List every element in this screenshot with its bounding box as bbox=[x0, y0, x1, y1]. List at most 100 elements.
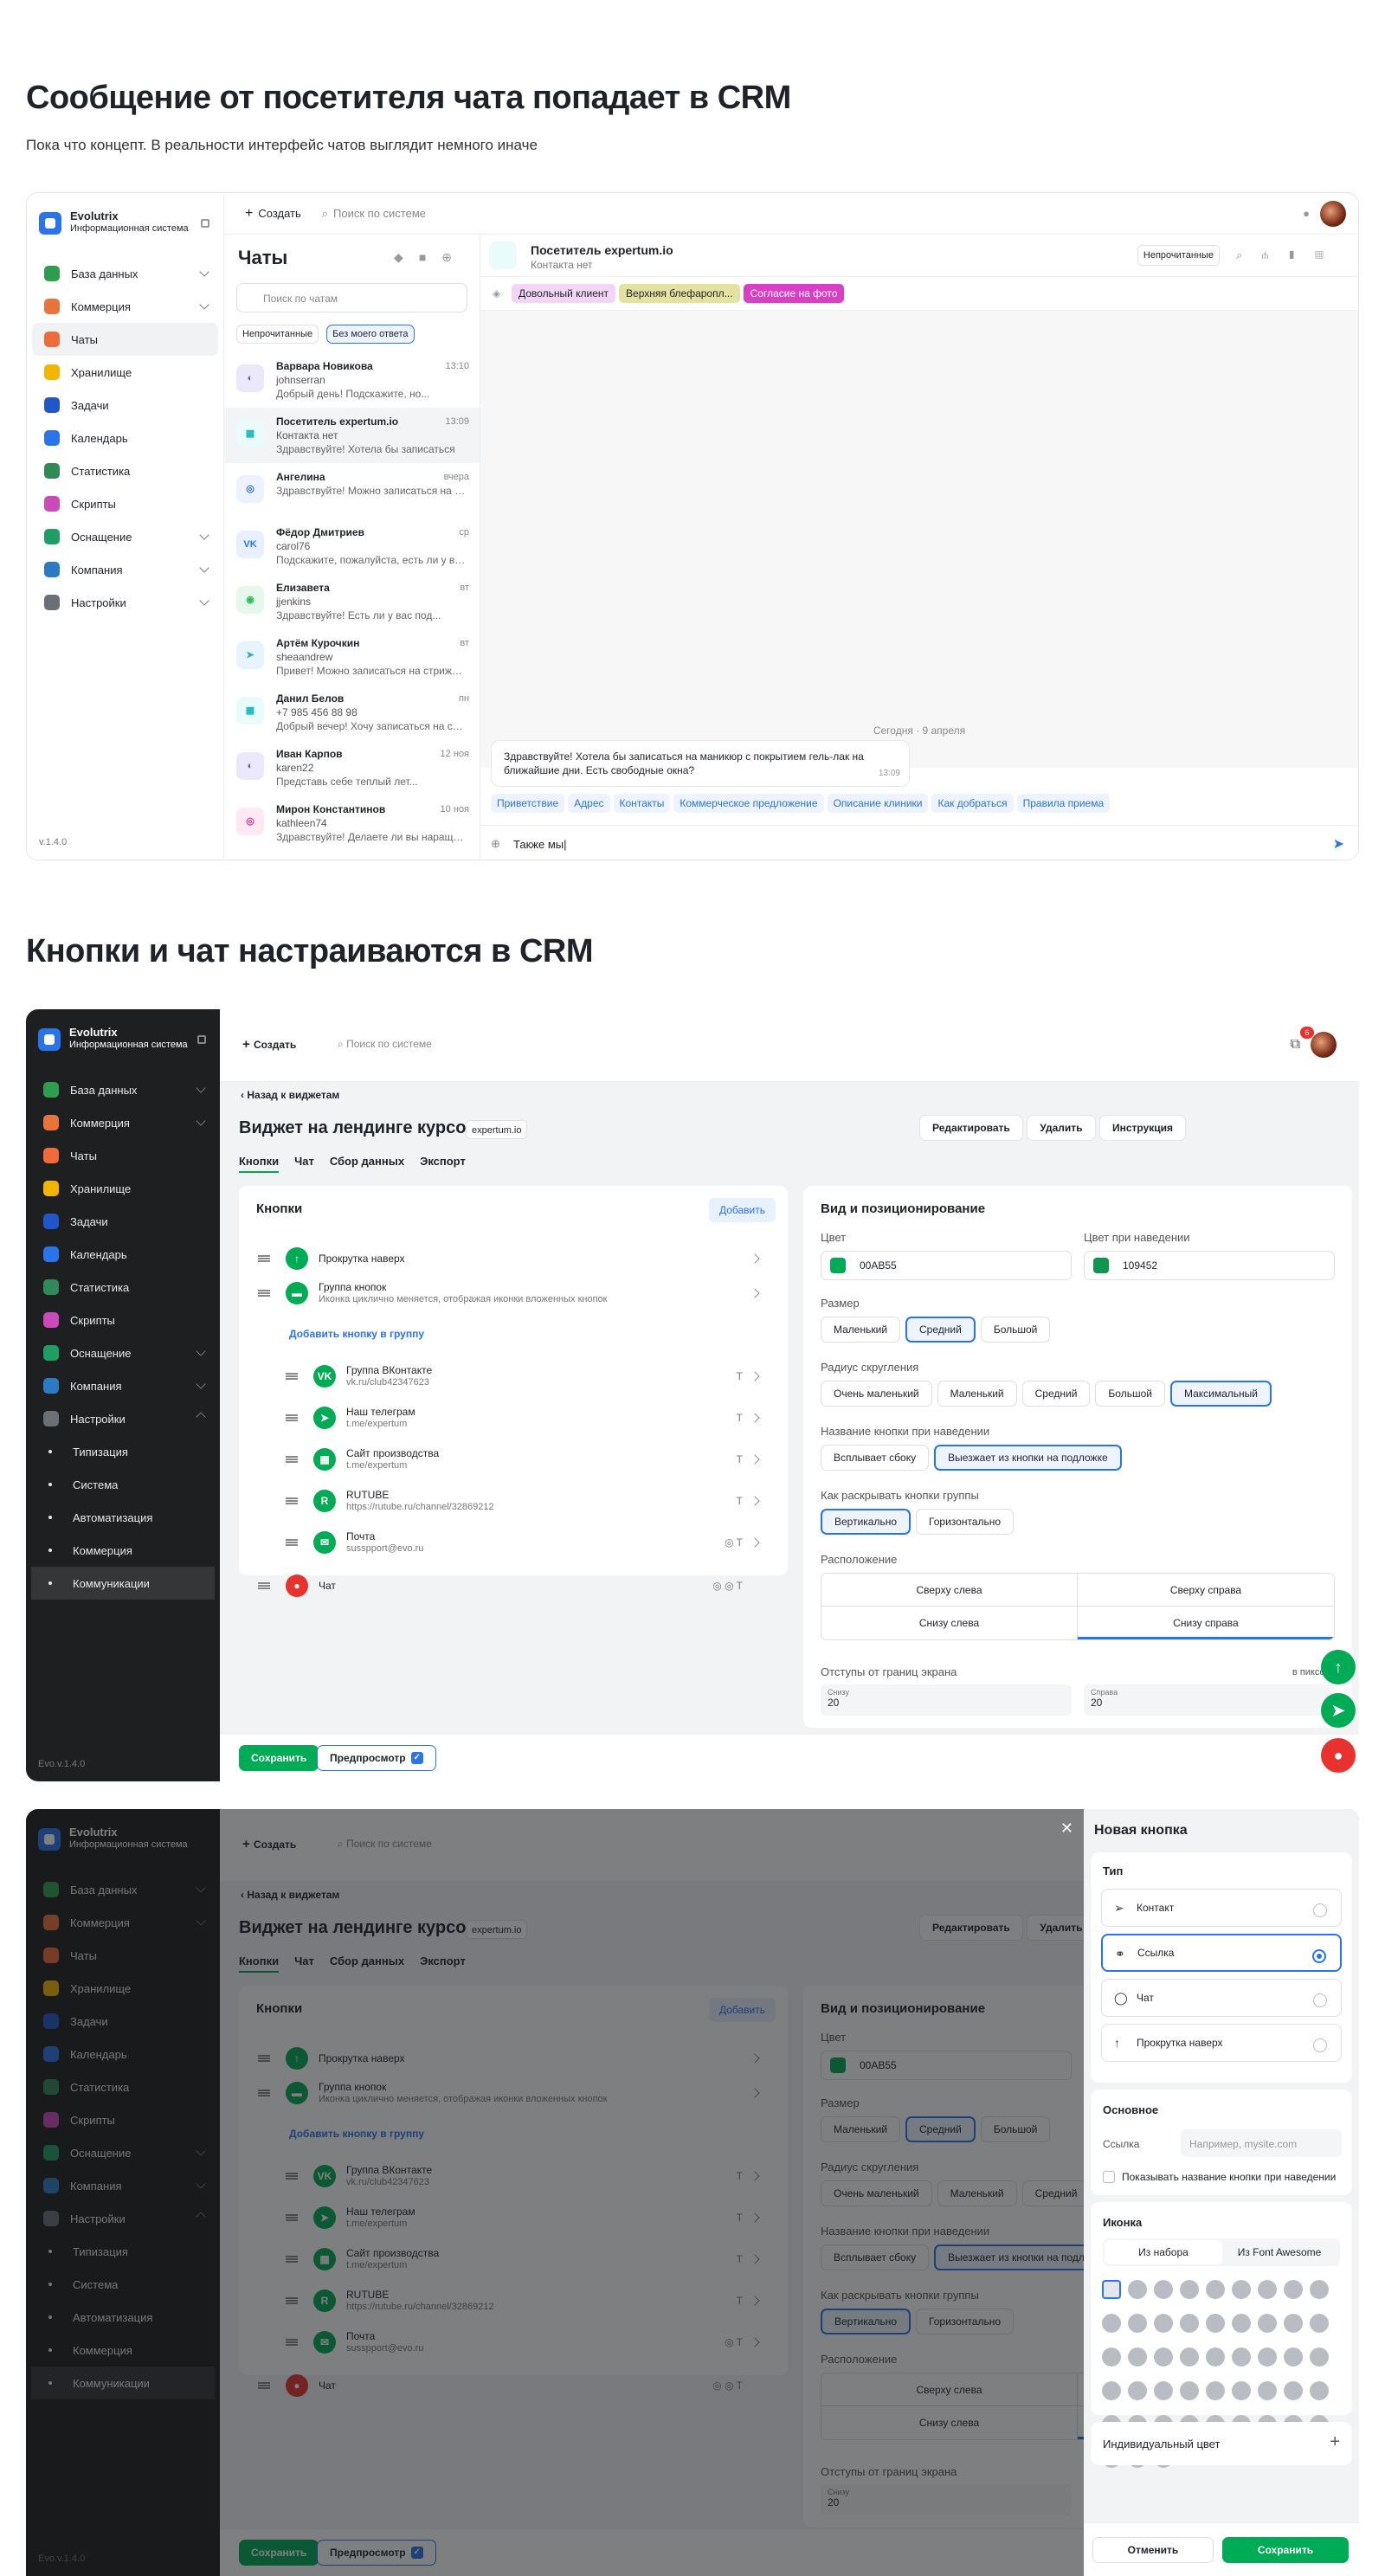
icon-option[interactable] bbox=[1128, 2347, 1147, 2367]
drag-handle-icon[interactable] bbox=[286, 1539, 298, 1546]
back-link[interactable]: ‹ Назад к виджетам bbox=[241, 1089, 339, 1101]
sidebar-item[interactable]: Компания bbox=[32, 553, 218, 586]
sidebar-item[interactable]: Оснащение bbox=[31, 1336, 215, 1369]
drag-handle-icon[interactable] bbox=[286, 1414, 298, 1421]
plus-icon[interactable]: + bbox=[1330, 2432, 1340, 2452]
arrow-up-icon[interactable]: ↑ bbox=[1321, 1650, 1356, 1684]
quick-reply-chip[interactable]: Как добраться bbox=[931, 794, 1014, 813]
icon-option[interactable] bbox=[1284, 2280, 1303, 2299]
icon-option[interactable] bbox=[1206, 2314, 1225, 2333]
icon-option[interactable] bbox=[1154, 2381, 1173, 2400]
tab[interactable]: Экспорт bbox=[420, 1155, 466, 1168]
text-size-icon[interactable]: ◎ T bbox=[725, 1536, 743, 1549]
delete-button[interactable]: Удалить bbox=[1027, 1115, 1096, 1141]
icon-option[interactable] bbox=[1154, 2347, 1173, 2367]
icon-option[interactable] bbox=[1180, 2280, 1199, 2299]
icon-option[interactable] bbox=[1258, 2314, 1277, 2333]
sidebar-item[interactable]: Настройки bbox=[32, 586, 218, 619]
tag-item[interactable]: Согласие на фото bbox=[743, 284, 845, 303]
drag-handle-icon[interactable] bbox=[286, 1497, 298, 1504]
quick-reply-chip[interactable]: Контакты bbox=[613, 794, 671, 813]
icon-option[interactable] bbox=[1258, 2347, 1277, 2367]
tag-item[interactable]: Довольный клиент bbox=[512, 284, 616, 303]
button-row[interactable]: ➤ Наш телеграмt.me/expertum T bbox=[258, 1399, 769, 1437]
icon-option[interactable] bbox=[1284, 2314, 1303, 2333]
icon-option[interactable] bbox=[1232, 2381, 1251, 2400]
position-option[interactable]: Снизу слева bbox=[821, 1607, 1078, 1639]
sidebar-item[interactable]: Хранилище bbox=[31, 1172, 215, 1205]
text-size-icon[interactable]: T bbox=[737, 1495, 743, 1507]
option-button[interactable]: Максимальный bbox=[1169, 1381, 1272, 1407]
color-input[interactable]: 00AB55 bbox=[821, 1251, 1072, 1280]
sidebar-item[interactable]: Календарь bbox=[31, 1238, 215, 1271]
sidebar-item[interactable]: Скрипты bbox=[31, 1304, 215, 1336]
sidebar-subitem[interactable]: Коммуникации bbox=[31, 1567, 215, 1600]
link-input[interactable]: Например, mysite.com bbox=[1181, 2129, 1342, 2157]
custom-color-card[interactable]: Индивидуальный цвет + bbox=[1091, 2422, 1352, 2465]
drag-handle-icon[interactable] bbox=[258, 1255, 270, 1262]
text-size-icon[interactable]: T bbox=[737, 1453, 743, 1465]
radio[interactable] bbox=[1312, 1949, 1326, 1963]
sidebar-item[interactable]: База данных bbox=[32, 257, 218, 290]
chevron-right-icon[interactable] bbox=[750, 1496, 760, 1506]
icon-option[interactable] bbox=[1102, 2314, 1121, 2333]
sidebar-item[interactable]: База данных bbox=[31, 1073, 215, 1106]
quick-reply-chip[interactable]: Адрес bbox=[568, 794, 610, 813]
color-swatch[interactable] bbox=[830, 1258, 846, 1273]
chat-list-item[interactable]: ◉ Елизавета jjenkins Здравствуйте! Есть ли … bbox=[224, 574, 480, 629]
chevron-right-icon[interactable] bbox=[750, 1454, 760, 1465]
sidebar-subitem[interactable]: Автоматизация bbox=[31, 1501, 215, 1534]
quick-reply-chip[interactable]: Описание клиники bbox=[827, 794, 929, 813]
sidebar-item[interactable]: Календарь bbox=[32, 422, 218, 454]
chat-search-input[interactable]: Поиск по чатам bbox=[236, 283, 467, 312]
chat-list-item[interactable]: ➤ Артём Курочкин sheaandrew Привет! Можно з… bbox=[224, 629, 480, 685]
save-button[interactable]: Сохранить bbox=[1222, 2537, 1349, 2563]
sidebar-item[interactable]: Статистика bbox=[31, 1271, 215, 1304]
icon-option[interactable] bbox=[1154, 2314, 1173, 2333]
position-option[interactable]: Сверху слева bbox=[821, 1574, 1078, 1607]
option-button[interactable]: Большой bbox=[980, 1317, 1051, 1343]
create-button[interactable]: Создать bbox=[258, 207, 300, 220]
sidebar-item[interactable]: Чаты bbox=[31, 1139, 215, 1172]
icon-option[interactable] bbox=[1284, 2347, 1303, 2367]
type-contact[interactable]: ➢ Контакт bbox=[1101, 1889, 1342, 1927]
chat-bubble-icon[interactable]: ⧉ bbox=[1291, 1037, 1300, 1053]
sidebar-item[interactable]: Скрипты bbox=[32, 487, 218, 520]
save-button[interactable]: Сохранить bbox=[239, 1745, 319, 1771]
tab[interactable]: Чат bbox=[294, 1155, 314, 1168]
option-button[interactable]: Средний bbox=[905, 1317, 976, 1343]
icon-option[interactable] bbox=[1206, 2381, 1225, 2400]
icon-option[interactable] bbox=[1206, 2280, 1225, 2299]
drag-handle-icon[interactable] bbox=[258, 1582, 270, 1589]
position-option[interactable]: Сверху справа bbox=[1078, 1574, 1334, 1607]
chat-icon[interactable]: ● bbox=[1321, 1738, 1356, 1773]
attach-icon[interactable]: ⊕ bbox=[491, 837, 500, 851]
chat-list-item[interactable]: ◎ Мирон Константинов kathleen74 Здравствуйт… bbox=[224, 795, 480, 851]
quick-reply-chip[interactable]: Коммерческое предложение bbox=[673, 794, 824, 813]
add-to-group-link[interactable]: Добавить кнопку в группу bbox=[289, 1328, 424, 1340]
chats-toolbar-icons[interactable]: ◆■⊕ bbox=[394, 250, 467, 265]
sidebar-item[interactable]: Статистика bbox=[32, 454, 218, 487]
option-button[interactable]: Горизонтально bbox=[916, 1509, 1015, 1535]
icon-option[interactable] bbox=[1180, 2347, 1199, 2367]
text-size-icon[interactable]: T bbox=[737, 1370, 743, 1382]
icon-option[interactable] bbox=[1128, 2280, 1147, 2299]
option-button[interactable]: Средний bbox=[1021, 1381, 1091, 1407]
chevron-right-icon[interactable] bbox=[750, 1413, 760, 1423]
chat-list-item[interactable]: ▦ Посетитель expertum.io Контакта нет Здрав… bbox=[224, 408, 480, 463]
lock-icon[interactable] bbox=[201, 219, 209, 228]
create-button[interactable]: + Создать bbox=[242, 1037, 296, 1052]
icon-option[interactable] bbox=[1310, 2381, 1329, 2400]
sidebar-item[interactable]: Компания bbox=[31, 1369, 215, 1402]
icon-option[interactable] bbox=[1310, 2314, 1329, 2333]
sidebar-subitem[interactable]: Система bbox=[31, 1468, 215, 1501]
sidebar-subitem[interactable]: Типизация bbox=[31, 1435, 215, 1468]
global-search-input[interactable]: ⌕ Поиск по системе bbox=[338, 1038, 432, 1051]
option-button[interactable]: Большой bbox=[1095, 1381, 1165, 1407]
filter-unread[interactable]: Непрочитанные bbox=[236, 325, 319, 344]
option-button[interactable]: Вертикально bbox=[821, 1509, 912, 1535]
option-button[interactable]: Маленький bbox=[937, 1381, 1017, 1407]
chevron-right-icon[interactable] bbox=[750, 1253, 760, 1264]
edit-button[interactable]: Редактировать bbox=[919, 1115, 1023, 1141]
icon-option[interactable] bbox=[1180, 2314, 1199, 2333]
